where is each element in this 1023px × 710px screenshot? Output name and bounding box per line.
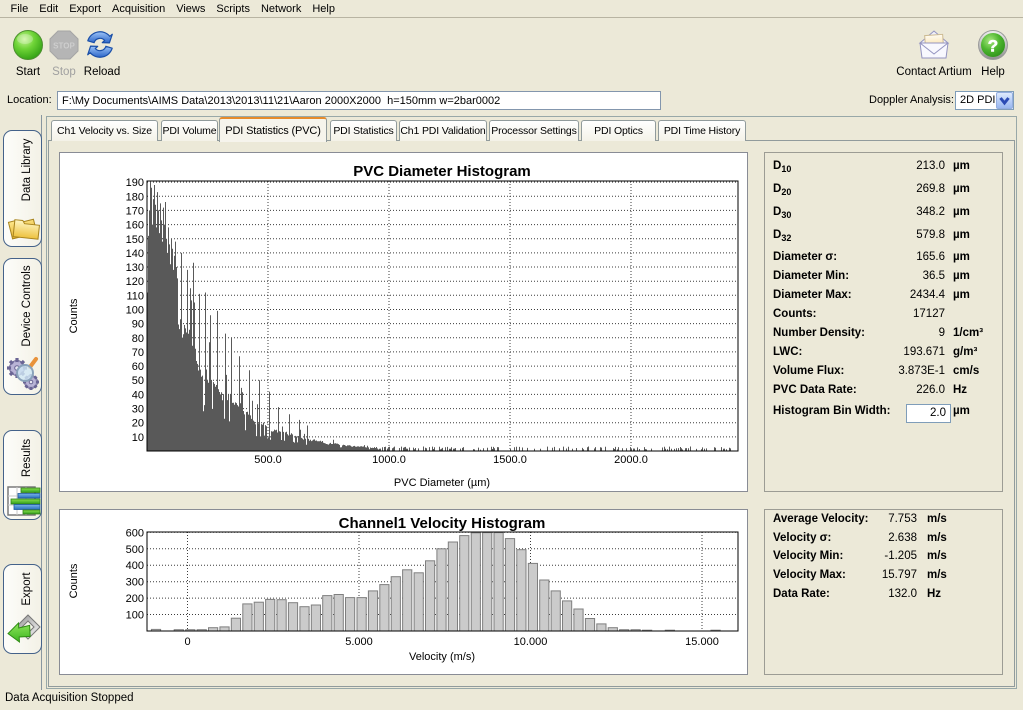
svg-text:500.0: 500.0	[254, 454, 282, 466]
svg-text:130: 130	[126, 262, 144, 274]
svg-text:PVC Diameter Histogram: PVC Diameter Histogram	[353, 163, 531, 180]
svg-text:160: 160	[126, 220, 144, 232]
svg-text:10: 10	[132, 432, 144, 444]
svg-text:STOP: STOP	[53, 42, 75, 51]
svg-text:70: 70	[132, 347, 144, 359]
svg-text:Device Controls: Device Controls	[21, 265, 33, 346]
svg-text:0: 0	[184, 636, 190, 648]
svg-text:60: 60	[132, 361, 144, 373]
svg-text:200: 200	[126, 593, 144, 605]
svg-text:Channel1 Velocity Histogram: Channel1 Velocity Histogram	[339, 515, 546, 532]
svg-text:110: 110	[126, 290, 144, 302]
svg-text:40: 40	[132, 389, 144, 401]
svg-text:300: 300	[126, 577, 144, 589]
svg-text:Export: Export	[21, 572, 33, 606]
svg-text:15.000: 15.000	[685, 636, 719, 648]
svg-text:100: 100	[126, 305, 144, 317]
svg-text:180: 180	[126, 191, 144, 203]
svg-text:Velocity (m/s): Velocity (m/s)	[409, 651, 475, 663]
svg-text:Data Library: Data Library	[21, 138, 33, 201]
svg-text:PVC Diameter (µm): PVC Diameter (µm)	[394, 477, 490, 489]
svg-text:1500.0: 1500.0	[493, 454, 527, 466]
svg-text:10.000: 10.000	[514, 636, 548, 648]
svg-text:400: 400	[126, 560, 144, 572]
svg-text:Counts: Counts	[68, 298, 80, 333]
svg-text:30: 30	[132, 404, 144, 416]
svg-text:1000.0: 1000.0	[372, 454, 406, 466]
svg-text:500: 500	[126, 544, 144, 556]
svg-text:2000.0: 2000.0	[614, 454, 648, 466]
svg-text:100: 100	[126, 610, 144, 622]
svg-text:20: 20	[132, 418, 144, 430]
svg-text:140: 140	[126, 248, 144, 260]
svg-text:90: 90	[132, 319, 144, 331]
svg-text:5.000: 5.000	[345, 636, 373, 648]
svg-text:600: 600	[126, 527, 144, 539]
svg-text:150: 150	[126, 234, 144, 246]
svg-text:Results: Results	[21, 439, 33, 478]
svg-text:120: 120	[126, 276, 144, 288]
svg-text:Counts: Counts	[68, 563, 80, 598]
svg-text:?: ?	[988, 37, 998, 56]
svg-text:80: 80	[132, 333, 144, 345]
svg-text:50: 50	[132, 375, 144, 387]
svg-text:170: 170	[126, 205, 144, 217]
svg-text:190: 190	[126, 177, 144, 189]
